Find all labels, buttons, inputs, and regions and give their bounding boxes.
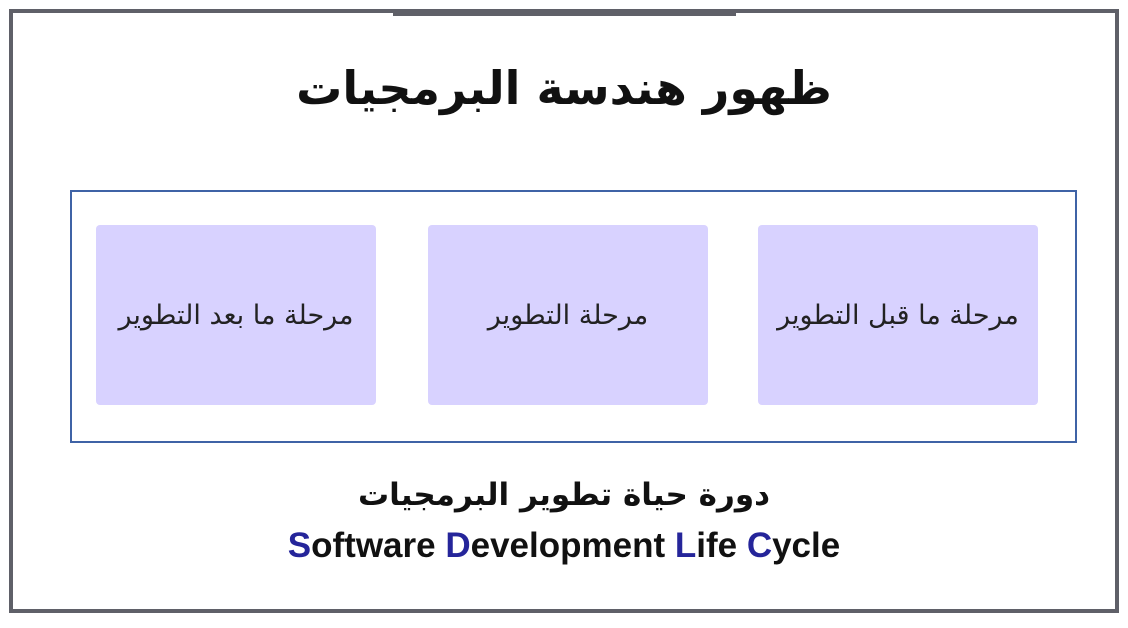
stage-label: مرحلة التطوير: [487, 299, 649, 331]
caption-arabic: دورة حياة تطوير البرمجيات: [357, 477, 771, 513]
top-tab-bar: [393, 9, 736, 16]
caption-word-rest: evelopment: [470, 526, 675, 565]
caption-english: Software Development Life Cycle: [0, 524, 1128, 568]
slide-title: ظهور هندسة البرمجيات: [296, 61, 832, 115]
caption-initial: S: [287, 526, 312, 565]
caption-word-rest: ife: [696, 526, 747, 565]
stage-post-development: مرحلة ما بعد التطوير: [96, 225, 376, 405]
caption-initial: C: [746, 526, 773, 565]
stage-label: مرحلة ما قبل التطوير: [777, 299, 1019, 331]
stage-development: مرحلة التطوير: [428, 225, 708, 405]
caption-word-rest: oftware: [311, 526, 446, 565]
stage-label: مرحلة ما بعد التطوير: [118, 299, 354, 331]
caption-initial: D: [445, 526, 471, 565]
caption-word-rest: ycle: [772, 526, 841, 565]
stage-pre-development: مرحلة ما قبل التطوير: [758, 225, 1038, 405]
caption-initial: L: [674, 526, 697, 565]
